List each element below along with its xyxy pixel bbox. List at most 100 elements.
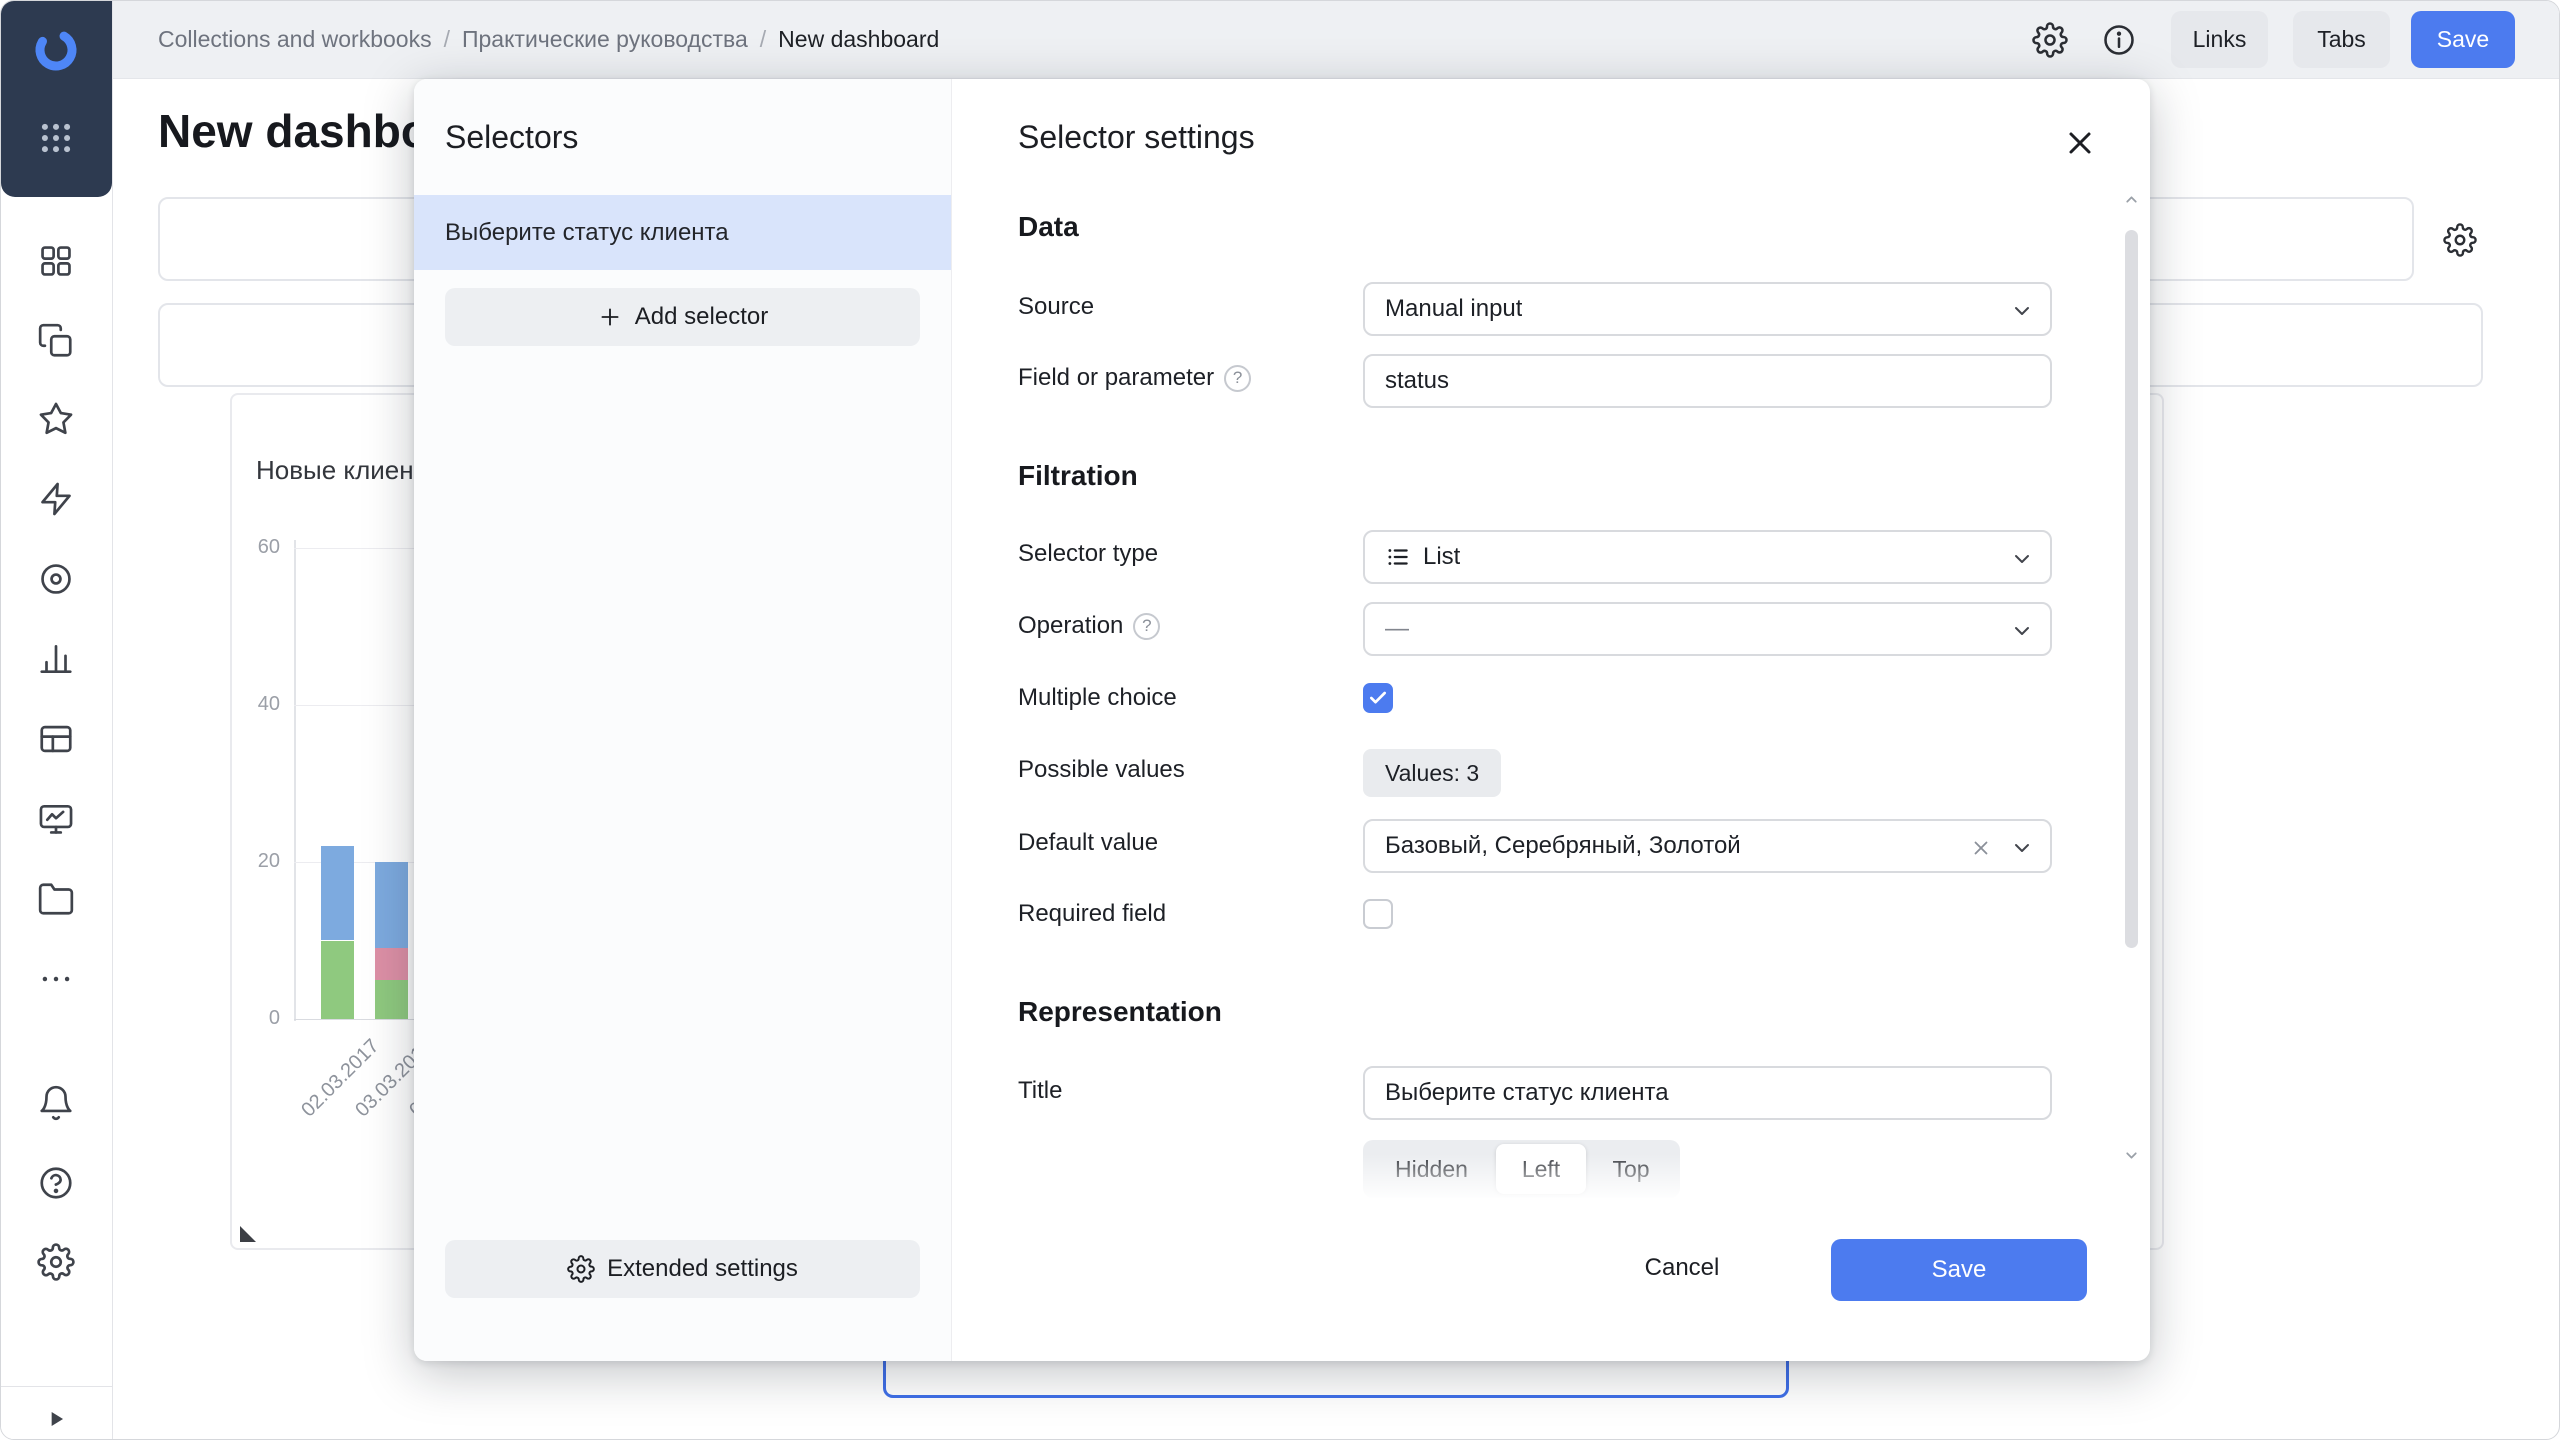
y-tick-label: 0 xyxy=(232,1007,280,1030)
add-selector-button[interactable]: Add selector xyxy=(445,288,920,346)
title-placement-segmented: Hidden Left Top xyxy=(1363,1140,1680,1198)
selector-settings-panel: Selector settings Data Source Manual inp… xyxy=(952,79,2150,1361)
layers-icon xyxy=(37,322,75,360)
breadcrumb-item-workbook[interactable]: Практические руководства xyxy=(462,26,748,53)
possible-values-label-text: Possible values xyxy=(1018,755,1185,785)
datalens-logo[interactable] xyxy=(28,22,84,78)
scroll-up-arrow[interactable] xyxy=(2123,191,2140,208)
brand-block xyxy=(1,1,112,197)
gear-icon xyxy=(37,1243,75,1281)
play-icon xyxy=(43,1406,69,1432)
sidebar-expand-button[interactable] xyxy=(32,1395,80,1440)
y-axis-line xyxy=(294,540,296,1021)
placement-option-top[interactable]: Top xyxy=(1586,1144,1676,1194)
sidebar-divider xyxy=(1,1386,112,1387)
data-section-heading: Data xyxy=(1018,211,1079,243)
clear-icon[interactable] xyxy=(1970,837,1992,859)
monitor-chart-icon xyxy=(37,800,75,838)
sidebar-item-notifications[interactable] xyxy=(32,1079,80,1127)
header-save-button[interactable]: Save xyxy=(2411,11,2515,68)
y-tick-label: 40 xyxy=(232,693,280,716)
breadcrumb-separator: / xyxy=(444,26,450,53)
add-selector-label: Add selector xyxy=(635,303,768,331)
default-value-select[interactable]: Базовый, Серебряный, Золотой xyxy=(1363,819,2052,873)
bar-segment xyxy=(321,941,354,1020)
sidebar-item-disc[interactable] xyxy=(32,555,80,603)
sidebar-item-table[interactable] xyxy=(32,715,80,763)
sidebar-item-bar-chart[interactable] xyxy=(32,635,80,683)
placement-option-left[interactable]: Left xyxy=(1496,1144,1586,1194)
disc-icon xyxy=(37,560,75,598)
info-icon xyxy=(2101,22,2137,58)
scrollbar-thumb[interactable] xyxy=(2125,230,2138,948)
placement-option-hidden[interactable]: Hidden xyxy=(1367,1144,1496,1194)
required-field-checkbox[interactable] xyxy=(1363,899,1393,929)
zap-icon xyxy=(37,480,75,518)
multiple-choice-label-text: Multiple choice xyxy=(1018,683,1177,713)
source-label-text: Source xyxy=(1018,292,1094,322)
sidebar-item-help[interactable] xyxy=(32,1159,80,1207)
widget-resize-handle[interactable] xyxy=(240,1226,256,1242)
source-select-value: Manual input xyxy=(1385,295,1522,323)
cancel-button[interactable]: Cancel xyxy=(1612,1239,1752,1297)
selectors-panel: Selectors Выберите статус клиента Add se… xyxy=(414,79,952,1361)
sidebar-item-settings[interactable] xyxy=(32,1238,80,1286)
tabs-button[interactable]: Tabs xyxy=(2293,11,2390,68)
source-label: Source xyxy=(1018,292,1094,322)
title-input[interactable] xyxy=(1363,1066,2052,1120)
selector-list-item-label: Выберите статус клиента xyxy=(445,219,729,247)
selector-type-label: Selector type xyxy=(1018,539,1158,569)
required-field-label: Required field xyxy=(1018,899,1166,929)
title-label: Title xyxy=(1018,1076,1062,1106)
sidebar-item-zap[interactable] xyxy=(32,475,80,523)
breadcrumb: Collections and workbooks / Практические… xyxy=(158,1,939,78)
dialog-save-button[interactable]: Save xyxy=(1831,1239,2087,1301)
grid-icon xyxy=(37,242,75,280)
row-settings-button[interactable] xyxy=(2438,218,2482,262)
selector-type-select[interactable]: List xyxy=(1363,530,2052,584)
bar-segment xyxy=(321,846,354,940)
sidebar-item-grid[interactable] xyxy=(32,237,80,285)
breadcrumb-item-collections[interactable]: Collections and workbooks xyxy=(158,26,432,53)
selector-type-value: List xyxy=(1423,543,1460,571)
sidebar-item-more[interactable] xyxy=(32,955,80,1003)
selector-type-label-text: Selector type xyxy=(1018,539,1158,569)
breadcrumb-separator: / xyxy=(760,26,766,53)
selectors-panel-title: Selectors xyxy=(445,119,578,156)
header-settings-button[interactable] xyxy=(2028,18,2072,62)
operation-label-text: Operation xyxy=(1018,611,1123,641)
scroll-down-arrow[interactable] xyxy=(2123,1147,2140,1164)
title-label-text: Title xyxy=(1018,1076,1062,1106)
bar-segment xyxy=(375,862,408,948)
multiple-choice-label: Multiple choice xyxy=(1018,683,1177,713)
sidebar-item-folder[interactable] xyxy=(32,875,80,923)
possible-values-button[interactable]: Values: 3 xyxy=(1363,749,1501,797)
ellipsis-icon xyxy=(37,960,75,998)
table-icon xyxy=(37,720,75,758)
header-info-button[interactable] xyxy=(2097,18,2141,62)
field-input[interactable] xyxy=(1363,354,2052,408)
close-icon xyxy=(2062,125,2098,161)
app-header: Collections and workbooks / Практические… xyxy=(1,1,2560,79)
selector-list-item[interactable]: Выберите статус клиента xyxy=(414,195,951,270)
extended-settings-button[interactable]: Extended settings xyxy=(445,1240,920,1298)
selector-settings-dialog: Selectors Выберите статус клиента Add se… xyxy=(414,79,2150,1361)
sidebar-item-star[interactable] xyxy=(32,395,80,443)
extended-settings-label: Extended settings xyxy=(607,1255,798,1283)
apps-grid-button[interactable] xyxy=(37,119,75,157)
multiple-choice-checkbox[interactable] xyxy=(1363,683,1393,713)
help-icon[interactable] xyxy=(1224,365,1251,392)
source-select[interactable]: Manual input xyxy=(1363,282,2052,336)
default-value-text: Базовый, Серебряный, Золотой xyxy=(1385,832,1741,860)
default-value-label: Default value xyxy=(1018,828,1158,858)
field-label-text: Field or parameter xyxy=(1018,363,1214,393)
close-dialog-button[interactable] xyxy=(2060,123,2100,163)
operation-value: — xyxy=(1385,615,1409,643)
operation-select[interactable]: — xyxy=(1363,602,2052,656)
chevron-down-icon xyxy=(2010,619,2034,643)
filtration-section-heading: Filtration xyxy=(1018,460,1138,492)
help-icon[interactable] xyxy=(1133,613,1160,640)
links-button[interactable]: Links xyxy=(2171,11,2268,68)
sidebar-item-layers[interactable] xyxy=(32,317,80,365)
sidebar-item-monitor[interactable] xyxy=(32,795,80,843)
